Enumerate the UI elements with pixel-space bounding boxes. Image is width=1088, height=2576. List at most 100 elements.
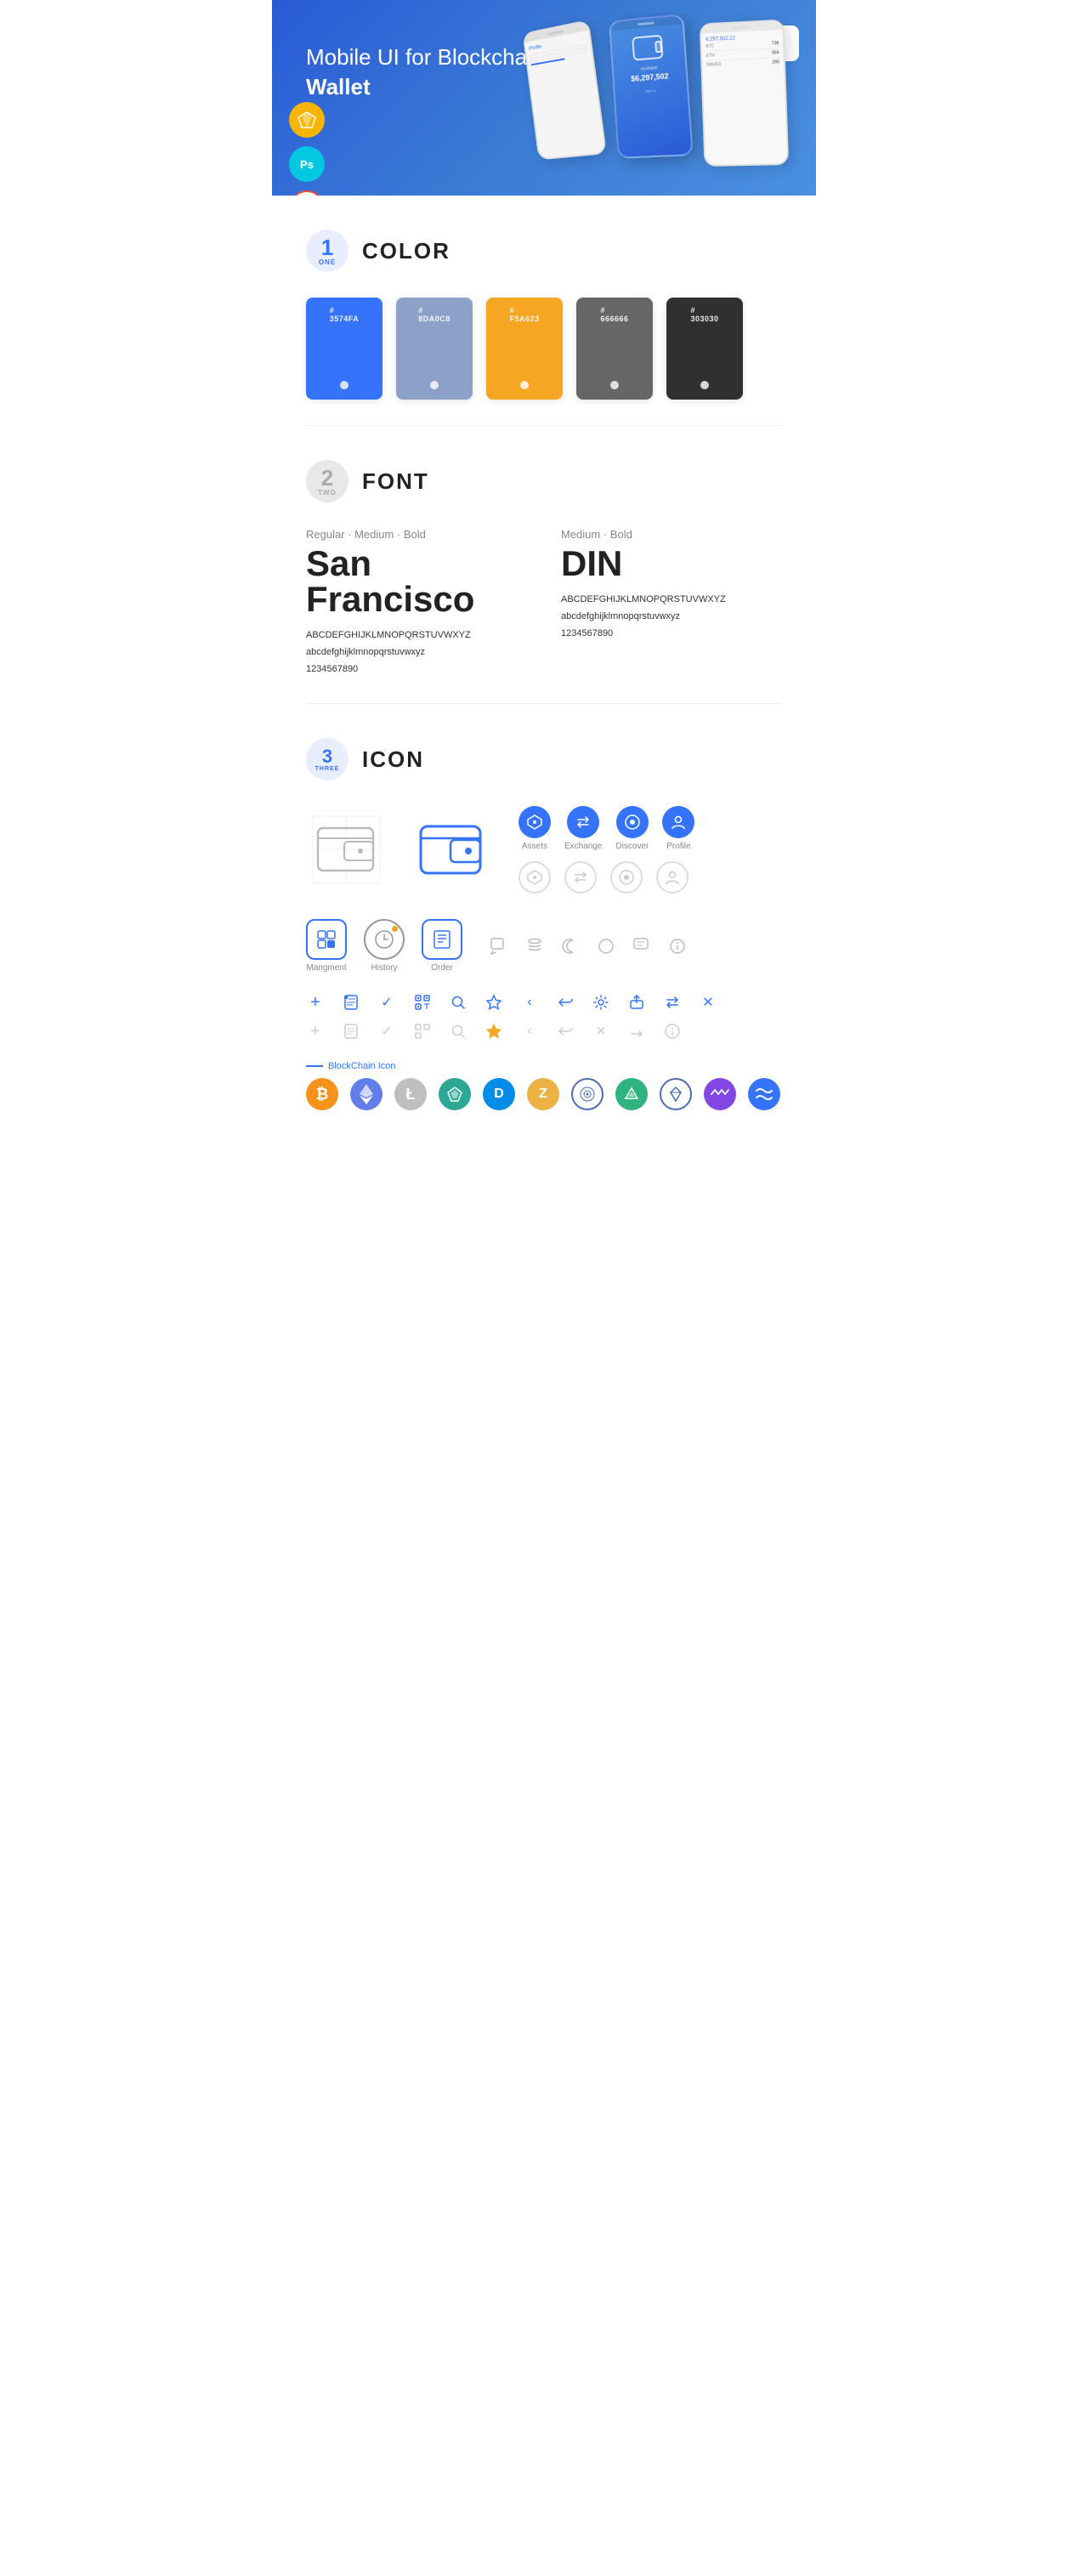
color-section: 1 ONE COLOR #3574FA #8DA0C8 #F5A623 #666… xyxy=(272,196,816,425)
sketch-badge xyxy=(289,102,325,138)
blockchain-label: BlockChain Icon xyxy=(306,1061,782,1071)
sketch-icon xyxy=(297,111,317,129)
assets-outline-icon xyxy=(518,861,551,894)
font-din-nums: 1234567890 xyxy=(561,626,782,643)
history-icon xyxy=(364,919,405,960)
grid-svg xyxy=(579,1086,596,1103)
swatch-gray: #666666 xyxy=(576,298,653,400)
font-sf: Regular · Medium · Bold San Francisco AB… xyxy=(306,528,527,678)
upload-icon xyxy=(627,993,646,1012)
profile-label: Profile xyxy=(666,842,690,851)
blue-curve-icon xyxy=(748,1078,780,1110)
bitcoin-symbol: ₿ xyxy=(316,1086,329,1104)
neo-icon xyxy=(439,1078,471,1110)
chat-svg xyxy=(490,937,508,956)
exchange-outline-icon xyxy=(564,861,597,894)
blockchain-section: BlockChain Icon ₿ Ł D xyxy=(306,1061,782,1110)
swatch-blue: #3574FA xyxy=(306,298,382,400)
exchange-label: Exchange xyxy=(564,842,602,851)
speech-icon xyxy=(631,935,653,957)
font-title: FONT xyxy=(362,468,429,495)
chat-icon xyxy=(488,935,510,957)
check-icon: ✓ xyxy=(377,993,396,1012)
star-svg xyxy=(485,994,502,1011)
profile-outline-item xyxy=(656,861,688,894)
discover-icon-item: Discover xyxy=(615,806,649,851)
profile-svg xyxy=(670,814,687,831)
info-gray-svg xyxy=(664,1023,681,1040)
swatch-gray-dot xyxy=(610,381,619,389)
search-gray-icon xyxy=(449,1022,468,1041)
info-gray-icon xyxy=(663,1022,682,1041)
icon-section-number: 3 THREE xyxy=(306,738,348,780)
x-gray-icon: ✕ xyxy=(592,1022,610,1041)
font-din-upper: ABCDEFGHIJKLMNOPQRSTUVWXYZ xyxy=(561,592,782,609)
litecoin-symbol: Ł xyxy=(406,1086,416,1104)
bitcoin-icon: ₿ xyxy=(306,1078,338,1110)
swatch-orange: #F5A623 xyxy=(486,298,563,400)
phone-mockup-1: Profile xyxy=(523,20,607,160)
wallet-filled-svg xyxy=(412,809,493,890)
icon-section-header: 3 THREE ICON xyxy=(306,738,782,780)
swatch-grayblue-label: #8DA0C8 xyxy=(418,306,450,323)
icon-number-word: THREE xyxy=(315,766,340,772)
search-icon xyxy=(449,993,468,1012)
font-sf-upper: ABCDEFGHIJKLMNOPQRSTUVWXYZ xyxy=(306,627,527,644)
utility-icons: + ✓ ‹ xyxy=(306,993,782,1041)
layers-icon xyxy=(524,935,546,957)
order-label: Order xyxy=(431,963,453,973)
app-icons-row: Mangment History Order xyxy=(306,919,782,973)
management-svg xyxy=(315,928,337,950)
misc-top-row xyxy=(488,935,688,957)
plus-icon: + xyxy=(306,993,325,1012)
order-icon-item: Order xyxy=(422,919,462,973)
qr-gray-icon xyxy=(413,1022,432,1041)
share-gray-icon xyxy=(556,1022,575,1041)
phones-area: Profile myWallet $6,297,502 Sign up xyxy=(510,13,808,191)
search-gray-svg xyxy=(450,1023,467,1040)
upload-svg xyxy=(628,994,645,1011)
exchange-svg xyxy=(575,814,592,831)
exchange-outline-svg xyxy=(572,869,589,886)
settings-icon xyxy=(592,993,610,1012)
hero-section: Mobile UI for Blockchain Wallet UI Kit P… xyxy=(272,0,816,196)
zcash-symbol: Z xyxy=(539,1087,547,1102)
assets-outline-svg xyxy=(526,869,543,886)
font-din-meta: Medium · Bold xyxy=(561,528,782,541)
font-sf-meta: Regular · Medium · Bold xyxy=(306,528,527,541)
swatch-gray-label: #666666 xyxy=(600,306,628,323)
font-grid: Regular · Medium · Bold San Francisco AB… xyxy=(306,528,782,678)
swatch-dark: #303030 xyxy=(666,298,743,400)
hero-title-bold: Wallet xyxy=(306,74,371,99)
profile-outline-icon xyxy=(656,861,688,894)
info-icon xyxy=(666,935,688,957)
discover-label: Discover xyxy=(615,842,649,851)
exchange-icon-item: Exchange xyxy=(564,806,602,851)
hero-badges: Ps 60+ Screens xyxy=(289,102,325,196)
matic-svg xyxy=(711,1088,729,1100)
color-section-header: 1 ONE COLOR xyxy=(306,230,782,272)
font-section: 2 TWO FONT Regular · Medium · Bold San F… xyxy=(272,426,816,703)
wallet-icon-grid xyxy=(306,809,387,890)
swap-svg xyxy=(664,994,681,1011)
management-icon xyxy=(306,919,347,960)
star-icon xyxy=(484,993,503,1012)
font-section-header: 2 TWO FONT xyxy=(306,460,782,502)
share-gray-svg xyxy=(557,1023,574,1040)
speech-svg xyxy=(632,937,651,956)
swatch-orange-dot xyxy=(520,381,529,389)
exchange-outline-item xyxy=(564,861,597,894)
ethereum-svg xyxy=(359,1084,374,1104)
ps-label: Ps xyxy=(300,158,314,171)
swap-icon xyxy=(663,993,682,1012)
crystal-icon xyxy=(660,1078,692,1110)
discover-outline-svg xyxy=(618,869,635,886)
discover-svg xyxy=(624,814,641,831)
dash-icon: D xyxy=(483,1078,515,1110)
redo-gray-icon xyxy=(627,1022,646,1041)
profile-outline-svg xyxy=(664,869,681,886)
circle-icons-wrapper: Assets Exchange Discover xyxy=(518,806,694,894)
dash-symbol: D xyxy=(494,1087,504,1102)
ps-badge: Ps xyxy=(289,146,325,182)
qr-icon xyxy=(413,993,432,1012)
